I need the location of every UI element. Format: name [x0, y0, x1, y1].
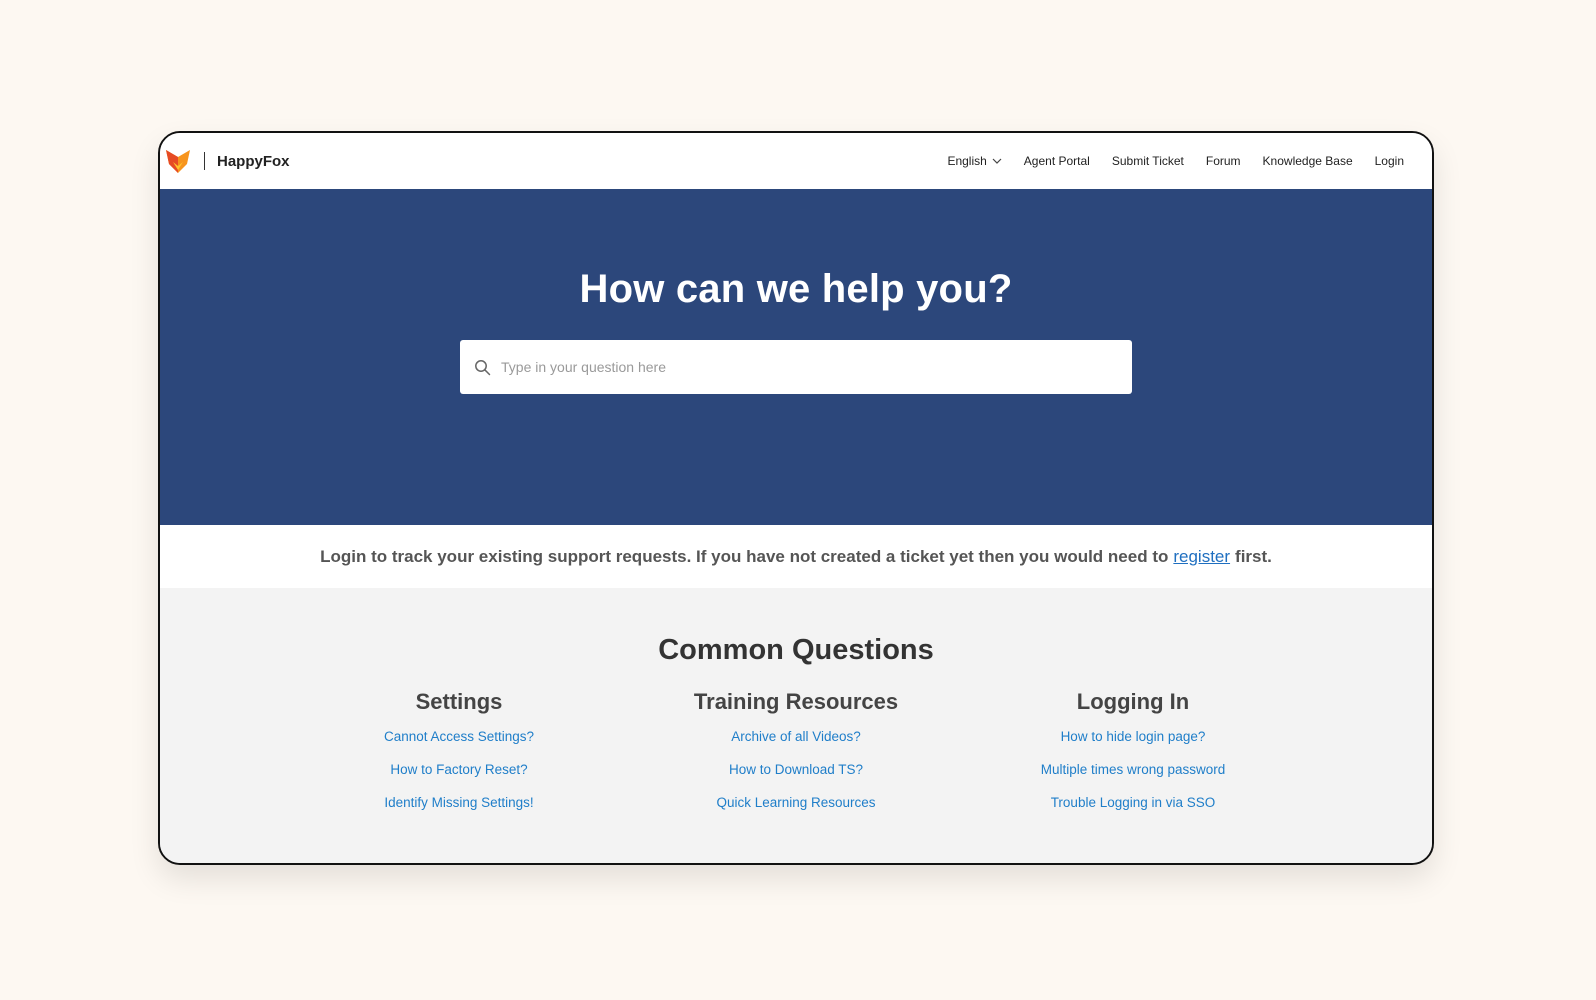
category-title: Settings [415, 689, 503, 714]
nav-agent-portal[interactable]: Agent Portal [1024, 154, 1090, 168]
question-link[interactable]: Archive of all Videos? [731, 729, 861, 744]
login-notice: Login to track your existing support req… [160, 525, 1432, 588]
question-categories: Settings Cannot Access Settings? How to … [291, 689, 1302, 828]
question-link[interactable]: How to hide login page? [1061, 729, 1206, 744]
question-link[interactable]: Quick Learning Resources [716, 795, 875, 810]
hero-title: How can we help you? [579, 267, 1013, 311]
happyfox-logo-icon [166, 150, 190, 173]
brand[interactable]: HappyFox [165, 148, 290, 174]
search-box[interactable] [460, 340, 1132, 394]
nav-forum[interactable]: Forum [1206, 154, 1241, 168]
question-link[interactable]: Multiple times wrong password [1041, 762, 1226, 777]
notice-text: Login to track your existing support req… [320, 546, 1169, 566]
browser-frame: HappyFox English Agent Portal Submit Tic… [158, 131, 1434, 865]
category-training-resources: Training Resources Archive of all Videos… [628, 689, 965, 828]
common-questions-section: Common Questions Settings Cannot Access … [160, 588, 1432, 863]
category-logging-in: Logging In How to hide login page? Multi… [965, 689, 1302, 828]
register-link[interactable]: register [1173, 547, 1230, 567]
search-icon [475, 359, 491, 375]
language-label: English [947, 154, 987, 168]
brand-divider [204, 152, 205, 170]
brand-name: HappyFox [217, 152, 290, 170]
chevron-down-icon [992, 158, 1002, 164]
nav-knowledge-base[interactable]: Knowledge Base [1263, 154, 1353, 168]
nav-login[interactable]: Login [1375, 154, 1404, 168]
question-link[interactable]: Trouble Logging in via SSO [1051, 795, 1216, 810]
question-link[interactable]: Cannot Access Settings? [384, 729, 534, 744]
common-questions-title: Common Questions [658, 634, 934, 666]
nav-submit-ticket[interactable]: Submit Ticket [1112, 154, 1184, 168]
language-selector[interactable]: English [947, 154, 1002, 168]
top-navigation-bar: HappyFox English Agent Portal Submit Tic… [160, 133, 1432, 189]
notice-text-end: first. [1235, 546, 1272, 566]
search-input[interactable] [499, 358, 1118, 376]
category-title: Training Resources [693, 689, 899, 714]
category-title: Logging In [1076, 689, 1190, 714]
category-settings: Settings Cannot Access Settings? How to … [291, 689, 628, 828]
question-link[interactable]: How to Factory Reset? [390, 762, 527, 777]
hero-section: How can we help you? [160, 189, 1432, 525]
question-link[interactable]: How to Download TS? [729, 762, 863, 777]
question-link[interactable]: Identify Missing Settings! [384, 795, 533, 810]
nav-menu: English Agent Portal Submit Ticket Forum… [947, 154, 1404, 168]
